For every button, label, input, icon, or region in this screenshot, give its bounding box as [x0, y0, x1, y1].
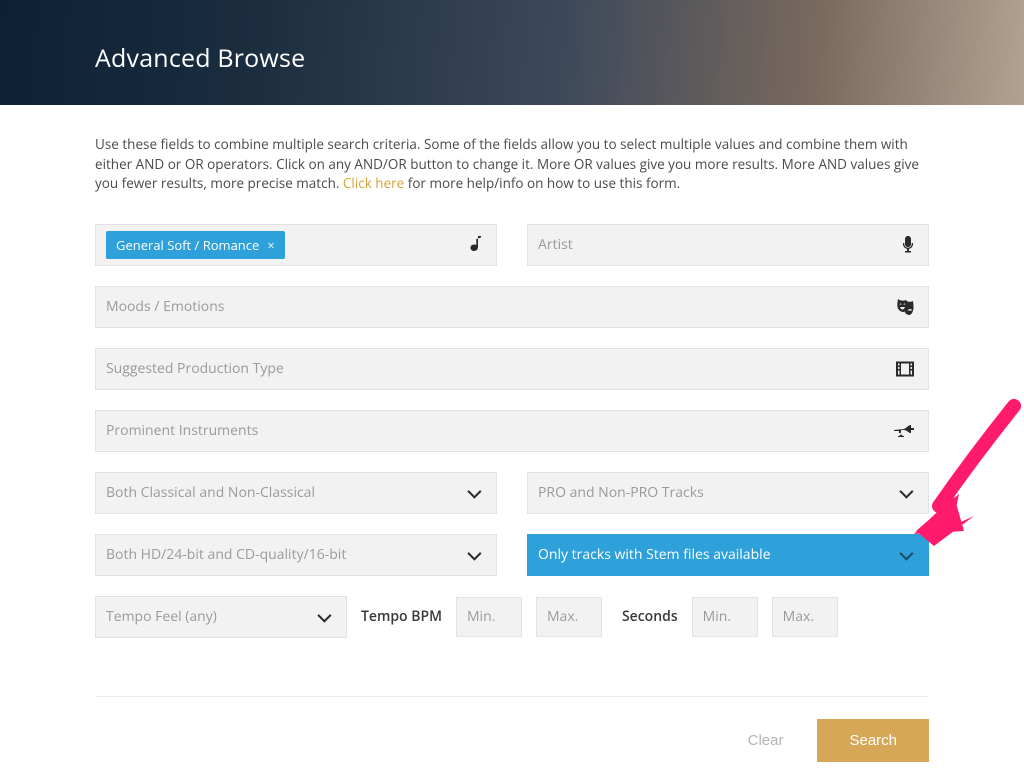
microphone-icon — [902, 236, 914, 254]
page-title: Advanced Browse — [95, 41, 305, 75]
chevron-down-icon — [468, 488, 478, 498]
stems-select[interactable]: Only tracks with Stem files available — [527, 534, 929, 576]
artist-placeholder: Artist — [538, 235, 573, 254]
music-note-icon — [468, 236, 482, 254]
moods-placeholder: Moods / Emotions — [106, 297, 224, 316]
tempo-feel-value: Tempo Feel (any) — [106, 607, 217, 626]
tempo-feel-select[interactable]: Tempo Feel (any) — [95, 596, 347, 638]
intro-text: Use these fields to combine multiple sea… — [95, 135, 929, 194]
clear-button[interactable]: Clear — [748, 732, 784, 749]
tempo-row: Tempo Feel (any) Tempo BPM Min. Max. Sec… — [95, 596, 929, 638]
trumpet-icon — [894, 425, 914, 437]
hero-banner: Advanced Browse — [0, 0, 1024, 105]
main-content: Use these fields to combine multiple sea… — [0, 105, 1024, 762]
classical-select[interactable]: Both Classical and Non-Classical — [95, 472, 497, 514]
chevron-down-icon — [900, 488, 910, 498]
seconds-max-input[interactable]: Max. — [772, 597, 838, 637]
seconds-label: Seconds — [622, 607, 678, 626]
actions-row: Clear Search — [95, 719, 929, 762]
bpm-max-input[interactable]: Max. — [536, 597, 602, 637]
bitdepth-value: Both HD/24-bit and CD-quality/16-bit — [106, 545, 346, 564]
fields-container: General Soft / Romance × Artist Moods / … — [95, 224, 929, 576]
stems-value: Only tracks with Stem files available — [538, 545, 771, 564]
seconds-min-input[interactable]: Min. — [692, 597, 758, 637]
production-type-placeholder: Suggested Production Type — [106, 359, 284, 378]
pro-select[interactable]: PRO and Non-PRO Tracks — [527, 472, 929, 514]
genre-chip-remove[interactable]: × — [267, 236, 274, 254]
intro-help-link[interactable]: Click here — [343, 174, 404, 192]
tempo-bpm-label: Tempo BPM — [361, 607, 442, 626]
moods-field[interactable]: Moods / Emotions — [95, 286, 929, 328]
search-button[interactable]: Search — [817, 719, 929, 762]
classical-value: Both Classical and Non-Classical — [106, 483, 315, 502]
pro-value: PRO and Non-PRO Tracks — [538, 483, 704, 502]
film-icon — [896, 361, 914, 376]
chevron-down-icon — [468, 550, 478, 560]
divider — [95, 696, 929, 697]
chevron-down-icon — [318, 612, 328, 622]
instruments-placeholder: Prominent Instruments — [106, 421, 258, 440]
instruments-field[interactable]: Prominent Instruments — [95, 410, 929, 452]
genre-chip: General Soft / Romance × — [106, 231, 285, 259]
genre-field[interactable]: General Soft / Romance × — [95, 224, 497, 266]
genre-chip-label: General Soft / Romance — [116, 236, 259, 254]
chevron-down-icon — [900, 550, 910, 560]
bpm-min-input[interactable]: Min. — [456, 597, 522, 637]
theater-mask-icon — [896, 299, 914, 315]
intro-text-after: for more help/info on how to use this fo… — [404, 174, 680, 192]
artist-field[interactable]: Artist — [527, 224, 929, 266]
production-type-field[interactable]: Suggested Production Type — [95, 348, 929, 390]
bitdepth-select[interactable]: Both HD/24-bit and CD-quality/16-bit — [95, 534, 497, 576]
